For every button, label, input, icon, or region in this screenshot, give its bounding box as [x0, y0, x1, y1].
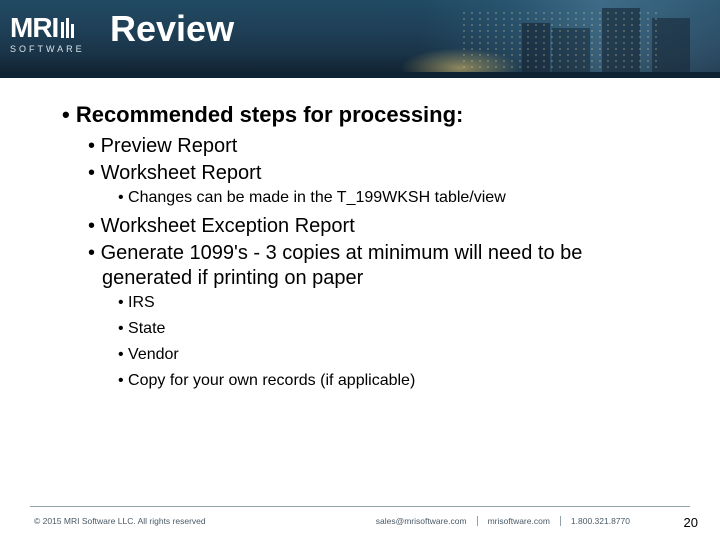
list-subitem: State: [62, 319, 662, 339]
slide-footer: © 2015 MRI Software LLC. All rights rese…: [0, 506, 720, 540]
page-number: 20: [684, 515, 698, 530]
body-heading: Recommended steps for processing:: [62, 102, 662, 128]
footer-email: sales@mrisoftware.com: [376, 516, 467, 526]
list-subitem: Copy for your own records (if applicable…: [62, 371, 662, 391]
brand-logo-subtext: SOFTWARE: [10, 44, 94, 54]
brand-logo-text: MRI: [10, 14, 58, 42]
list-subitem: Vendor: [62, 345, 662, 365]
list-item: Worksheet Report: [62, 161, 662, 186]
footer-phone: 1.800.321.8770: [571, 516, 630, 526]
slide: MRI SOFTWARE Review Recommended steps fo…: [0, 0, 720, 540]
footer-separator-icon: [477, 516, 478, 526]
brand-logo: MRI SOFTWARE: [10, 14, 94, 64]
footer-contact: sales@mrisoftware.com mrisoftware.com 1.…: [376, 516, 630, 526]
list-item: Preview Report: [62, 134, 662, 159]
footer-site: mrisoftware.com: [488, 516, 550, 526]
brand-logo-top: MRI: [10, 14, 94, 42]
brand-logo-bars-icon: [61, 18, 74, 38]
footer-copyright: © 2015 MRI Software LLC. All rights rese…: [34, 516, 206, 526]
slide-body: Recommended steps for processing: Previe…: [62, 102, 662, 397]
header-underline: [0, 72, 720, 78]
list-subitem: IRS: [62, 293, 662, 313]
footer-separator-icon: [560, 516, 561, 526]
header-banner: MRI SOFTWARE Review: [0, 0, 720, 78]
list-item: Generate 1099's - 3 copies at minimum wi…: [62, 241, 662, 291]
list-item: Worksheet Exception Report: [62, 214, 662, 239]
footer-divider: [30, 506, 690, 507]
slide-title: Review: [110, 8, 234, 50]
list-subitem: Changes can be made in the T_199WKSH tab…: [62, 188, 662, 208]
